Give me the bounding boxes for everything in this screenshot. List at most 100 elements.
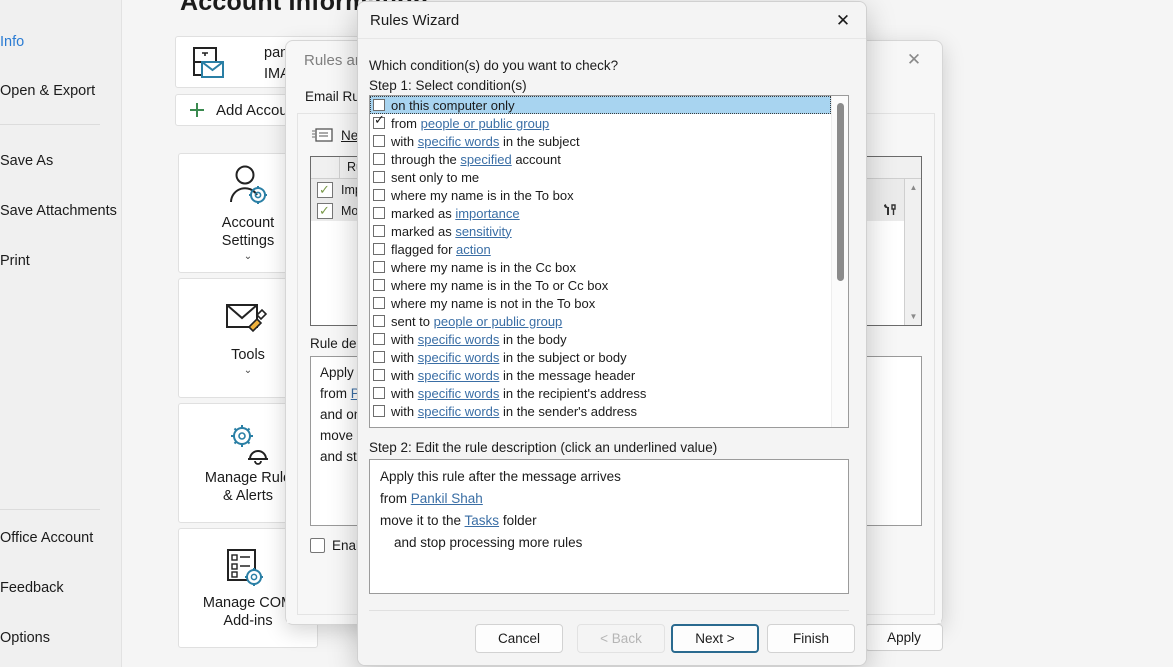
condition-label: where my name is in the To or Cc box [391, 278, 608, 293]
sidebar-item-label: Print [0, 253, 30, 269]
condition-checkbox[interactable] [373, 351, 385, 363]
sidebar-item-label: Feedback [0, 580, 64, 596]
rules-list-scrollbar[interactable]: ▲ ▼ [904, 179, 921, 325]
plus-icon [188, 101, 206, 119]
condition-item-with-specific-words-in-the-body[interactable]: with specific words in the body [370, 330, 831, 348]
sidebar-item-info[interactable]: Info [0, 34, 122, 50]
condition-item-through-the-specified-account[interactable]: through the specified account [370, 150, 831, 168]
condition-item-with-specific-words-in-the-recipients-address[interactable]: with specific words in the recipient's a… [370, 384, 831, 402]
condition-value-link[interactable]: action [456, 242, 491, 257]
rule-description-line: move it to the Tasks folder [380, 510, 838, 532]
wizard-button-row: Cancel < Back Next > Finish [358, 624, 866, 656]
wizard-body: Which condition(s) do you want to check?… [358, 39, 866, 665]
condition-label: with specific words in the sender's addr… [391, 404, 637, 419]
condition-label: marked as importance [391, 206, 520, 221]
scrollbar-thumb[interactable] [837, 103, 844, 281]
condition-checkbox[interactable] [373, 153, 385, 165]
rule-description-line: from Pankil Shah [380, 488, 838, 510]
condition-checkbox[interactable] [373, 243, 385, 255]
condition-item-with-specific-words-in-the-senders-address[interactable]: with specific words in the sender's addr… [370, 402, 831, 420]
condition-label: with specific words in the recipient's a… [391, 386, 646, 401]
condition-item-where-my-name-is-not-in-the-to-box[interactable]: where my name is not in the To box [370, 294, 831, 312]
header-divider [339, 157, 340, 179]
condition-value-link[interactable]: specific words [418, 332, 500, 347]
rule-description-link[interactable]: Tasks [465, 513, 500, 528]
condition-item-on-this-computer-only[interactable]: on this computer only [370, 96, 831, 114]
condition-value-link[interactable]: people or public group [434, 314, 563, 329]
wizard-title: Rules Wizard [370, 12, 459, 29]
sidebar-item-save-as[interactable]: Save As [0, 153, 122, 169]
apply-button[interactable]: Apply [865, 624, 943, 651]
condition-item-marked-as-importance[interactable]: marked as importance [370, 204, 831, 222]
condition-item-where-my-name-is-in-the-to-box[interactable]: where my name is in the To box [370, 186, 831, 204]
close-icon[interactable]: ✕ [820, 2, 866, 39]
conditions-listbox[interactable]: on this computer onlyfrom people or publ… [369, 95, 849, 428]
rule-description-editor[interactable]: Apply this rule after the message arrive… [369, 459, 849, 594]
account-mailbox-icon [191, 46, 227, 80]
scroll-down-icon[interactable]: ▼ [905, 308, 922, 325]
condition-value-link[interactable]: specific words [418, 134, 500, 149]
condition-checkbox[interactable] [373, 135, 385, 147]
condition-item-with-specific-words-in-the-message-header[interactable]: with specific words in the message heade… [370, 366, 831, 384]
condition-item-with-specific-words-in-the-subject[interactable]: with specific words in the subject [370, 132, 831, 150]
enable-checkbox[interactable] [310, 538, 325, 553]
condition-value-link[interactable]: specified [460, 152, 511, 167]
condition-checkbox[interactable] [373, 117, 385, 129]
screen: Info Open & Export Save As Save Attachme… [0, 0, 1173, 667]
condition-value-link[interactable]: people or public group [421, 116, 550, 131]
sidebar-item-print[interactable]: Print [0, 253, 122, 269]
sidebar-item-save-attachments[interactable]: Save Attachments [0, 203, 122, 219]
scroll-up-icon[interactable]: ▲ [905, 179, 922, 196]
sidebar-item-open-and-export[interactable]: Open & Export [0, 83, 122, 99]
condition-checkbox[interactable] [373, 315, 385, 327]
condition-label: with specific words in the subject [391, 134, 580, 149]
sidebar-item-options[interactable]: Options [0, 630, 122, 646]
back-button[interactable]: < Back [577, 624, 665, 653]
sidebar-item-label: Office Account [0, 530, 93, 546]
condition-checkbox[interactable] [373, 405, 385, 417]
sidebar-item-office-account[interactable]: Office Account [0, 530, 122, 546]
condition-item-sent-only-to-me[interactable]: sent only to me [370, 168, 831, 186]
condition-checkbox[interactable] [373, 207, 385, 219]
finish-button[interactable]: Finish [767, 624, 855, 653]
condition-checkbox[interactable] [373, 171, 385, 183]
chevron-down-icon[interactable]: ⌄ [244, 251, 252, 262]
condition-checkbox[interactable] [373, 279, 385, 291]
condition-value-link[interactable]: specific words [418, 350, 500, 365]
condition-label: where my name is in the Cc box [391, 260, 576, 275]
condition-checkbox[interactable] [373, 369, 385, 381]
condition-checkbox[interactable] [373, 333, 385, 345]
add-account-label: Add Accou [216, 102, 288, 119]
check-icon: ✓ [319, 203, 330, 219]
condition-item-where-my-name-is-in-the-to-or-cc-box[interactable]: where my name is in the To or Cc box [370, 276, 831, 294]
condition-item-flagged-for-action[interactable]: flagged for action [370, 240, 831, 258]
condition-item-where-my-name-is-in-the-cc-box[interactable]: where my name is in the Cc box [370, 258, 831, 276]
condition-checkbox[interactable] [373, 297, 385, 309]
cancel-button[interactable]: Cancel [475, 624, 563, 653]
condition-checkbox[interactable] [373, 387, 385, 399]
condition-value-link[interactable]: specific words [418, 368, 500, 383]
sidebar-item-feedback[interactable]: Feedback [0, 580, 122, 596]
condition-value-link[interactable]: specific words [418, 386, 500, 401]
condition-item-sent-to-people-or-public-group[interactable]: sent to people or public group [370, 312, 831, 330]
mail-broom-icon [223, 300, 273, 342]
condition-label: on this computer only [391, 98, 515, 113]
chevron-down-icon[interactable]: ⌄ [244, 365, 252, 376]
condition-value-link[interactable]: specific words [418, 404, 500, 419]
condition-item-marked-as-sensitivity[interactable]: marked as sensitivity [370, 222, 831, 240]
condition-value-link[interactable]: importance [455, 206, 519, 221]
backstage-nav-rail: Info Open & Export Save As Save Attachme… [0, 0, 122, 667]
conditions-scrollbar[interactable] [831, 96, 848, 427]
condition-item-from-people-or-public-group[interactable]: from people or public group [370, 114, 831, 132]
tile-label: Account Settings [222, 214, 274, 250]
condition-value-link[interactable]: sensitivity [455, 224, 511, 239]
next-button[interactable]: Next > [671, 624, 759, 653]
close-icon[interactable]: ✕ [896, 47, 932, 73]
sidebar-divider-1 [0, 124, 100, 125]
condition-checkbox[interactable] [373, 99, 385, 111]
condition-checkbox[interactable] [373, 261, 385, 273]
condition-checkbox[interactable] [373, 225, 385, 237]
condition-checkbox[interactable] [373, 189, 385, 201]
rule-description-link[interactable]: Pankil Shah [411, 491, 483, 506]
condition-item-with-specific-words-in-the-subject-or-body[interactable]: with specific words in the subject or bo… [370, 348, 831, 366]
